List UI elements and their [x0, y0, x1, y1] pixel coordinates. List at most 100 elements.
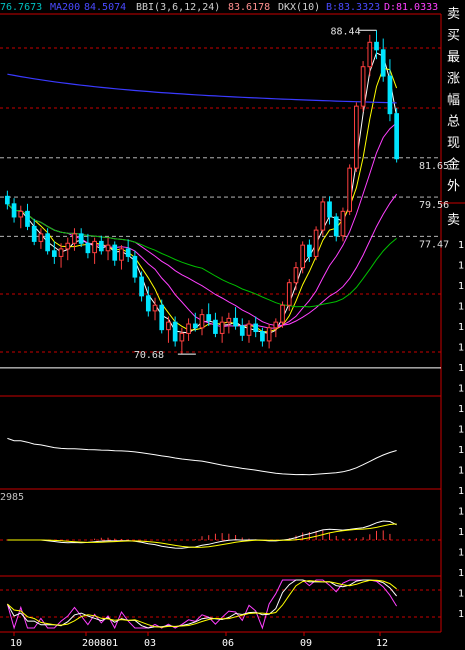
right-axis-mark: 1 [458, 527, 464, 538]
candle [347, 164, 353, 216]
right-axis-mark: 1 [458, 609, 464, 620]
low-annotation: 70.68 [134, 350, 164, 361]
candle-body [11, 203, 17, 218]
candle-body [374, 41, 379, 51]
candle-body [105, 244, 111, 252]
candle-body [119, 248, 124, 261]
bbi-label: BBI(3,6,12,24) [136, 2, 220, 13]
side-panel-glyph: 最 [447, 50, 460, 65]
side-panel-glyph: 幅 [447, 93, 460, 108]
candle [394, 108, 399, 163]
x-tick-label: 03 [144, 638, 156, 649]
right-axis-mark: 1 [458, 404, 464, 415]
candle-body [72, 233, 77, 244]
candle-body [367, 41, 373, 68]
candle-body [31, 225, 37, 242]
right-axis-mark: 1 [458, 343, 464, 354]
candle-body [199, 314, 205, 329]
dkx-d-label: D: [384, 2, 396, 13]
candle-body [226, 317, 232, 323]
x-tick-label: 10 [10, 638, 22, 649]
candle-body [139, 276, 144, 297]
candle-body [179, 332, 185, 342]
candle-body [145, 295, 151, 312]
candle-body [172, 321, 178, 342]
dkx-b-value: 83.3323 [338, 2, 380, 13]
candle-body [152, 304, 158, 312]
x-tick-label: 12 [376, 638, 388, 649]
price-level-label-0: 81.65 [419, 161, 449, 172]
candle-body [300, 244, 306, 269]
candle-body [219, 321, 225, 334]
candle-body [58, 248, 64, 257]
right-axis-mark: 1 [458, 466, 464, 477]
candle-body [78, 233, 84, 244]
candle-body [112, 244, 118, 261]
candle-body [125, 248, 131, 257]
right-axis-mark: 1 [458, 445, 464, 456]
dkx-b-label: B: [326, 2, 338, 13]
candle-body [327, 201, 332, 218]
right-axis-mark: 1 [458, 425, 464, 436]
candle-body [333, 216, 339, 237]
candle-body [192, 323, 198, 329]
candle [313, 226, 319, 261]
candle-body [132, 255, 138, 278]
candle-body [233, 317, 238, 327]
candle-body [253, 323, 259, 333]
right-axis-mark: 1 [458, 261, 464, 272]
candle-body [273, 321, 279, 329]
price-level-label-1: 79.56 [419, 200, 449, 211]
bbi-value: 83.6178 [228, 2, 270, 13]
right-axis-mark: 1 [458, 568, 464, 579]
side-panel-glyph: 卖 [447, 7, 460, 22]
right-axis-mark: 1 [458, 507, 464, 518]
dkx-d-value: 81.0333 [396, 2, 438, 13]
candle-body [186, 323, 191, 334]
price-level-label-2: 77.47 [419, 239, 449, 250]
candle-body [387, 75, 393, 115]
candle-body [347, 167, 353, 212]
right-axis-mark: 1 [458, 240, 464, 251]
ma200-value: 84.5074 [84, 2, 126, 13]
candle-body [246, 323, 252, 336]
right-axis-mark: 1 [458, 363, 464, 374]
candle-body [260, 331, 265, 342]
candle-body [51, 250, 57, 257]
candle [354, 102, 359, 172]
x-tick-label: 200801 [82, 638, 118, 649]
candle-body [85, 242, 91, 254]
candle-body [360, 66, 366, 107]
candle-body [65, 242, 71, 250]
candle [360, 61, 366, 112]
side-panel-glyph: 总 [447, 115, 460, 130]
candle-body [354, 105, 359, 169]
candle-body [307, 244, 312, 257]
right-axis-mark: 1 [458, 486, 464, 497]
candle-body [92, 240, 97, 254]
right-axis-mark: 1 [458, 384, 464, 395]
candle-body [280, 304, 285, 323]
side-panel-glyph: 外 [447, 179, 460, 194]
side-panel-glyph: 现 [447, 136, 460, 151]
candle-body [159, 304, 165, 331]
candle-body [239, 325, 245, 336]
candle-body [380, 49, 386, 77]
candle-body [266, 327, 272, 342]
sub-indicator-label: 2985 [0, 492, 24, 503]
side-panel-glyph: 卖 [447, 213, 460, 228]
candle-body [98, 240, 104, 252]
candle-body [313, 229, 319, 257]
candle-body [286, 282, 292, 306]
right-axis-mark: 1 [458, 322, 464, 333]
candle-body [340, 210, 346, 237]
candle-body [394, 113, 399, 160]
candle-body [213, 319, 218, 334]
side-panel-glyph: 买 [447, 29, 460, 44]
right-axis-mark: 1 [458, 281, 464, 292]
candle-body [25, 210, 30, 227]
ma-left-value: 76.7673 [0, 2, 42, 13]
high-annotation: 88.44 [331, 26, 361, 37]
side-panel-glyph: 涨 [447, 72, 460, 87]
right-axis-mark: 1 [458, 548, 464, 559]
